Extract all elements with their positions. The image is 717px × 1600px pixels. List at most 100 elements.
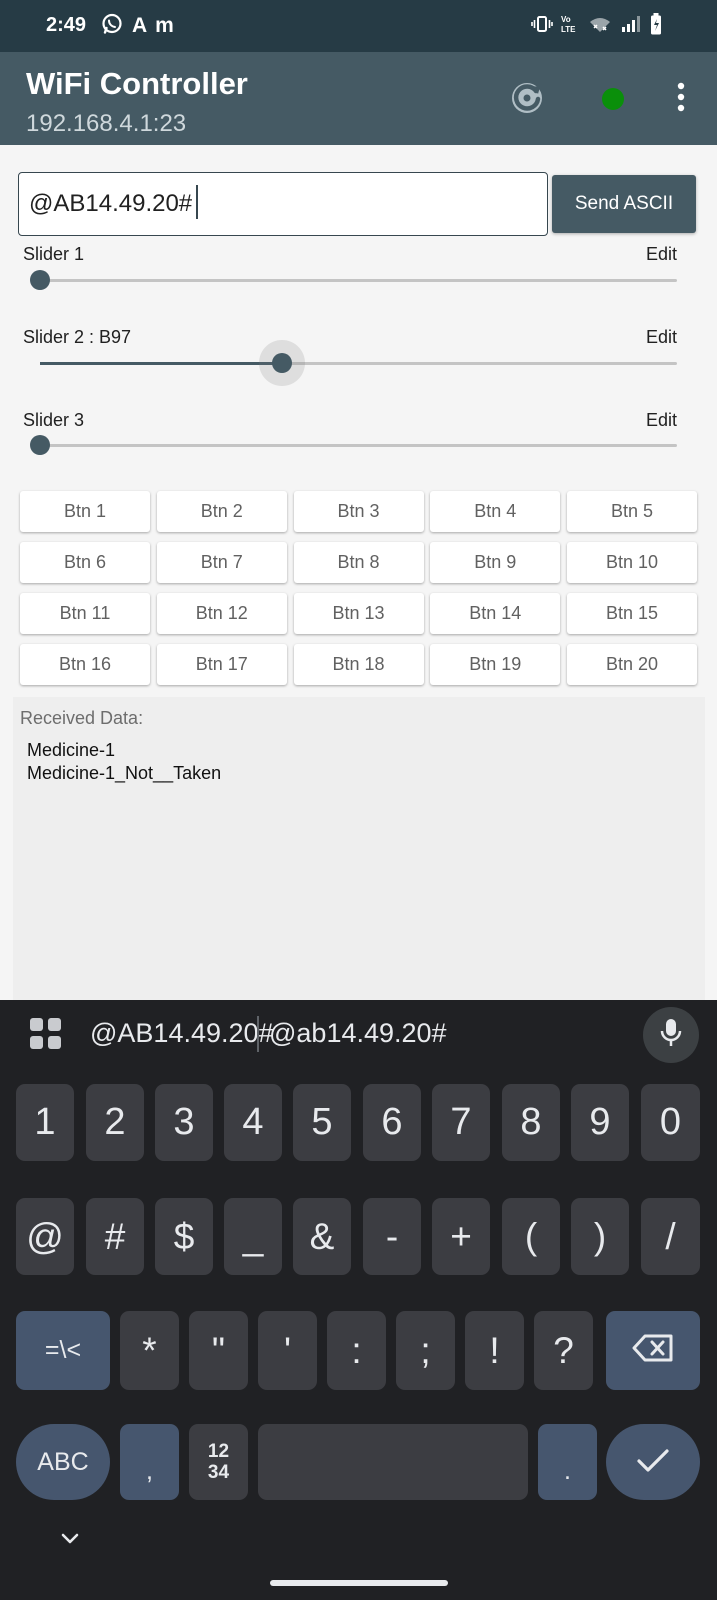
send-ascii-button[interactable]: Send ASCII (552, 175, 696, 233)
a-icon: A (132, 14, 148, 37)
key-semicolon[interactable]: ; (396, 1311, 455, 1390)
grid-button-9[interactable]: Btn 9 (430, 542, 561, 583)
suggestion-1[interactable]: @AB14.49.20# (90, 1018, 274, 1049)
key-1[interactable]: 1 (16, 1084, 74, 1161)
slider-edit-button[interactable]: Edit (646, 244, 677, 265)
grid-button-11[interactable]: Btn 11 (20, 593, 150, 634)
slider-thumb[interactable] (30, 435, 50, 455)
collapse-keyboard-button[interactable] (58, 1527, 82, 1551)
key-open-paren[interactable]: ( (502, 1198, 560, 1275)
key-7[interactable]: 7 (432, 1084, 490, 1161)
key-close-paren[interactable]: ) (571, 1198, 629, 1275)
volte-icon: Vo LTE (560, 13, 580, 40)
keyboard-toolbar: @AB14.49.20# @ab14.49.20# (0, 1000, 717, 1070)
whatsapp-icon (100, 12, 124, 41)
key-3[interactable]: 3 (155, 1084, 213, 1161)
numpad-key[interactable]: 12 34 (189, 1424, 248, 1500)
symbol-keyboard: @AB14.49.20# @ab14.49.20# 1 2 3 4 5 6 7 … (0, 1000, 717, 1600)
grid-button-16[interactable]: Btn 16 (20, 644, 150, 685)
slider-thumb[interactable] (30, 270, 50, 290)
slider-track[interactable] (30, 435, 677, 455)
key-underscore[interactable]: _ (224, 1198, 282, 1275)
more-vert-icon (676, 82, 686, 117)
key-more-symbols[interactable]: =\< (16, 1311, 110, 1390)
key-question[interactable]: ? (534, 1311, 593, 1390)
key-hash[interactable]: # (86, 1198, 144, 1275)
key-dollar[interactable]: $ (155, 1198, 213, 1275)
key-0[interactable]: 0 (641, 1084, 700, 1161)
space-key[interactable] (258, 1424, 528, 1500)
grid-button-10[interactable]: Btn 10 (567, 542, 697, 583)
status-time: 2:49 (46, 14, 87, 36)
key-single-quote[interactable]: ' (258, 1311, 317, 1390)
grid-button-6[interactable]: Btn 6 (20, 542, 150, 583)
key-minus[interactable]: - (363, 1198, 421, 1275)
key-4[interactable]: 4 (224, 1084, 282, 1161)
key-colon[interactable]: : (327, 1311, 386, 1390)
abc-key[interactable]: ABC (16, 1424, 110, 1500)
grid-button-5[interactable]: Btn 5 (567, 491, 697, 532)
enter-key[interactable] (606, 1424, 700, 1500)
grid-button-17[interactable]: Btn 17 (156, 644, 287, 685)
slider-edit-button[interactable]: Edit (646, 410, 677, 431)
key-comma[interactable]: , (120, 1424, 179, 1500)
ascii-command-input[interactable] (18, 172, 548, 236)
key-slash[interactable]: / (641, 1198, 700, 1275)
grid-button-8[interactable]: Btn 8 (293, 542, 424, 583)
suggestion-2[interactable]: @ab14.49.20# (269, 1018, 447, 1049)
overflow-menu-button[interactable] (664, 76, 698, 122)
voice-input-button[interactable] (643, 1007, 699, 1063)
grid-button-2[interactable]: Btn 2 (156, 491, 287, 532)
key-8[interactable]: 8 (502, 1084, 560, 1161)
enter-check-icon (635, 1446, 671, 1479)
slider-fill (40, 362, 283, 365)
key-5[interactable]: 5 (293, 1084, 351, 1161)
slider-track[interactable] (30, 270, 677, 290)
grid-button-13[interactable]: Btn 13 (293, 593, 424, 634)
slider-edit-button[interactable]: Edit (646, 327, 677, 348)
key-2[interactable]: 2 (86, 1084, 144, 1161)
vibrate-icon (531, 14, 553, 39)
grid-button-12[interactable]: Btn 12 (156, 593, 287, 634)
battery-icon (649, 12, 663, 41)
backspace-key[interactable] (606, 1311, 700, 1390)
key-at[interactable]: @ (16, 1198, 74, 1275)
received-data-panel: Received Data: Medicine-1 Medicine-1_Not… (13, 697, 705, 1000)
apps-icon[interactable] (30, 1018, 62, 1050)
key-double-quote[interactable]: " (189, 1311, 248, 1390)
grid-button-3[interactable]: Btn 3 (293, 491, 424, 532)
grid-button-19[interactable]: Btn 19 (430, 644, 561, 685)
m-icon: m (155, 14, 174, 37)
svg-text:Vo: Vo (561, 15, 571, 24)
slider-thumb[interactable] (272, 353, 293, 373)
key-6[interactable]: 6 (363, 1084, 421, 1161)
key-period[interactable]: . (538, 1424, 597, 1500)
refresh-button[interactable] (504, 76, 550, 122)
grid-button-4[interactable]: Btn 4 (430, 491, 561, 532)
key-asterisk[interactable]: * (120, 1311, 179, 1390)
app-title: WiFi Controller (26, 66, 248, 101)
grid-button-1[interactable]: Btn 1 (20, 491, 150, 532)
app-bar: WiFi Controller 192.168.4.1:23 (0, 52, 717, 145)
grid-button-15[interactable]: Btn 15 (567, 593, 697, 634)
grid-button-20[interactable]: Btn 20 (567, 644, 697, 685)
received-line: Medicine-1_Not__Taken (27, 763, 222, 783)
refresh-icon (507, 77, 547, 122)
navigation-handle[interactable] (270, 1580, 448, 1586)
backspace-icon (631, 1333, 675, 1368)
grid-button-7[interactable]: Btn 7 (156, 542, 287, 583)
status-bar: 2:49 A m Vo LTE (0, 0, 717, 52)
app-subtitle: 192.168.4.1:23 (26, 110, 187, 137)
key-exclamation[interactable]: ! (465, 1311, 524, 1390)
grid-button-14[interactable]: Btn 14 (430, 593, 561, 634)
suggestion-divider (257, 1016, 259, 1052)
key-plus[interactable]: + (432, 1198, 490, 1275)
grid-button-18[interactable]: Btn 18 (293, 644, 424, 685)
numpad-bottom: 34 (207, 1462, 230, 1483)
received-data-label: Received Data: (20, 708, 144, 728)
key-9[interactable]: 9 (571, 1084, 629, 1161)
slider-label: Slider 3 (23, 410, 85, 430)
chevron-down-icon (58, 1533, 82, 1555)
key-ampersand[interactable]: & (293, 1198, 351, 1275)
slider-track[interactable] (40, 353, 677, 373)
